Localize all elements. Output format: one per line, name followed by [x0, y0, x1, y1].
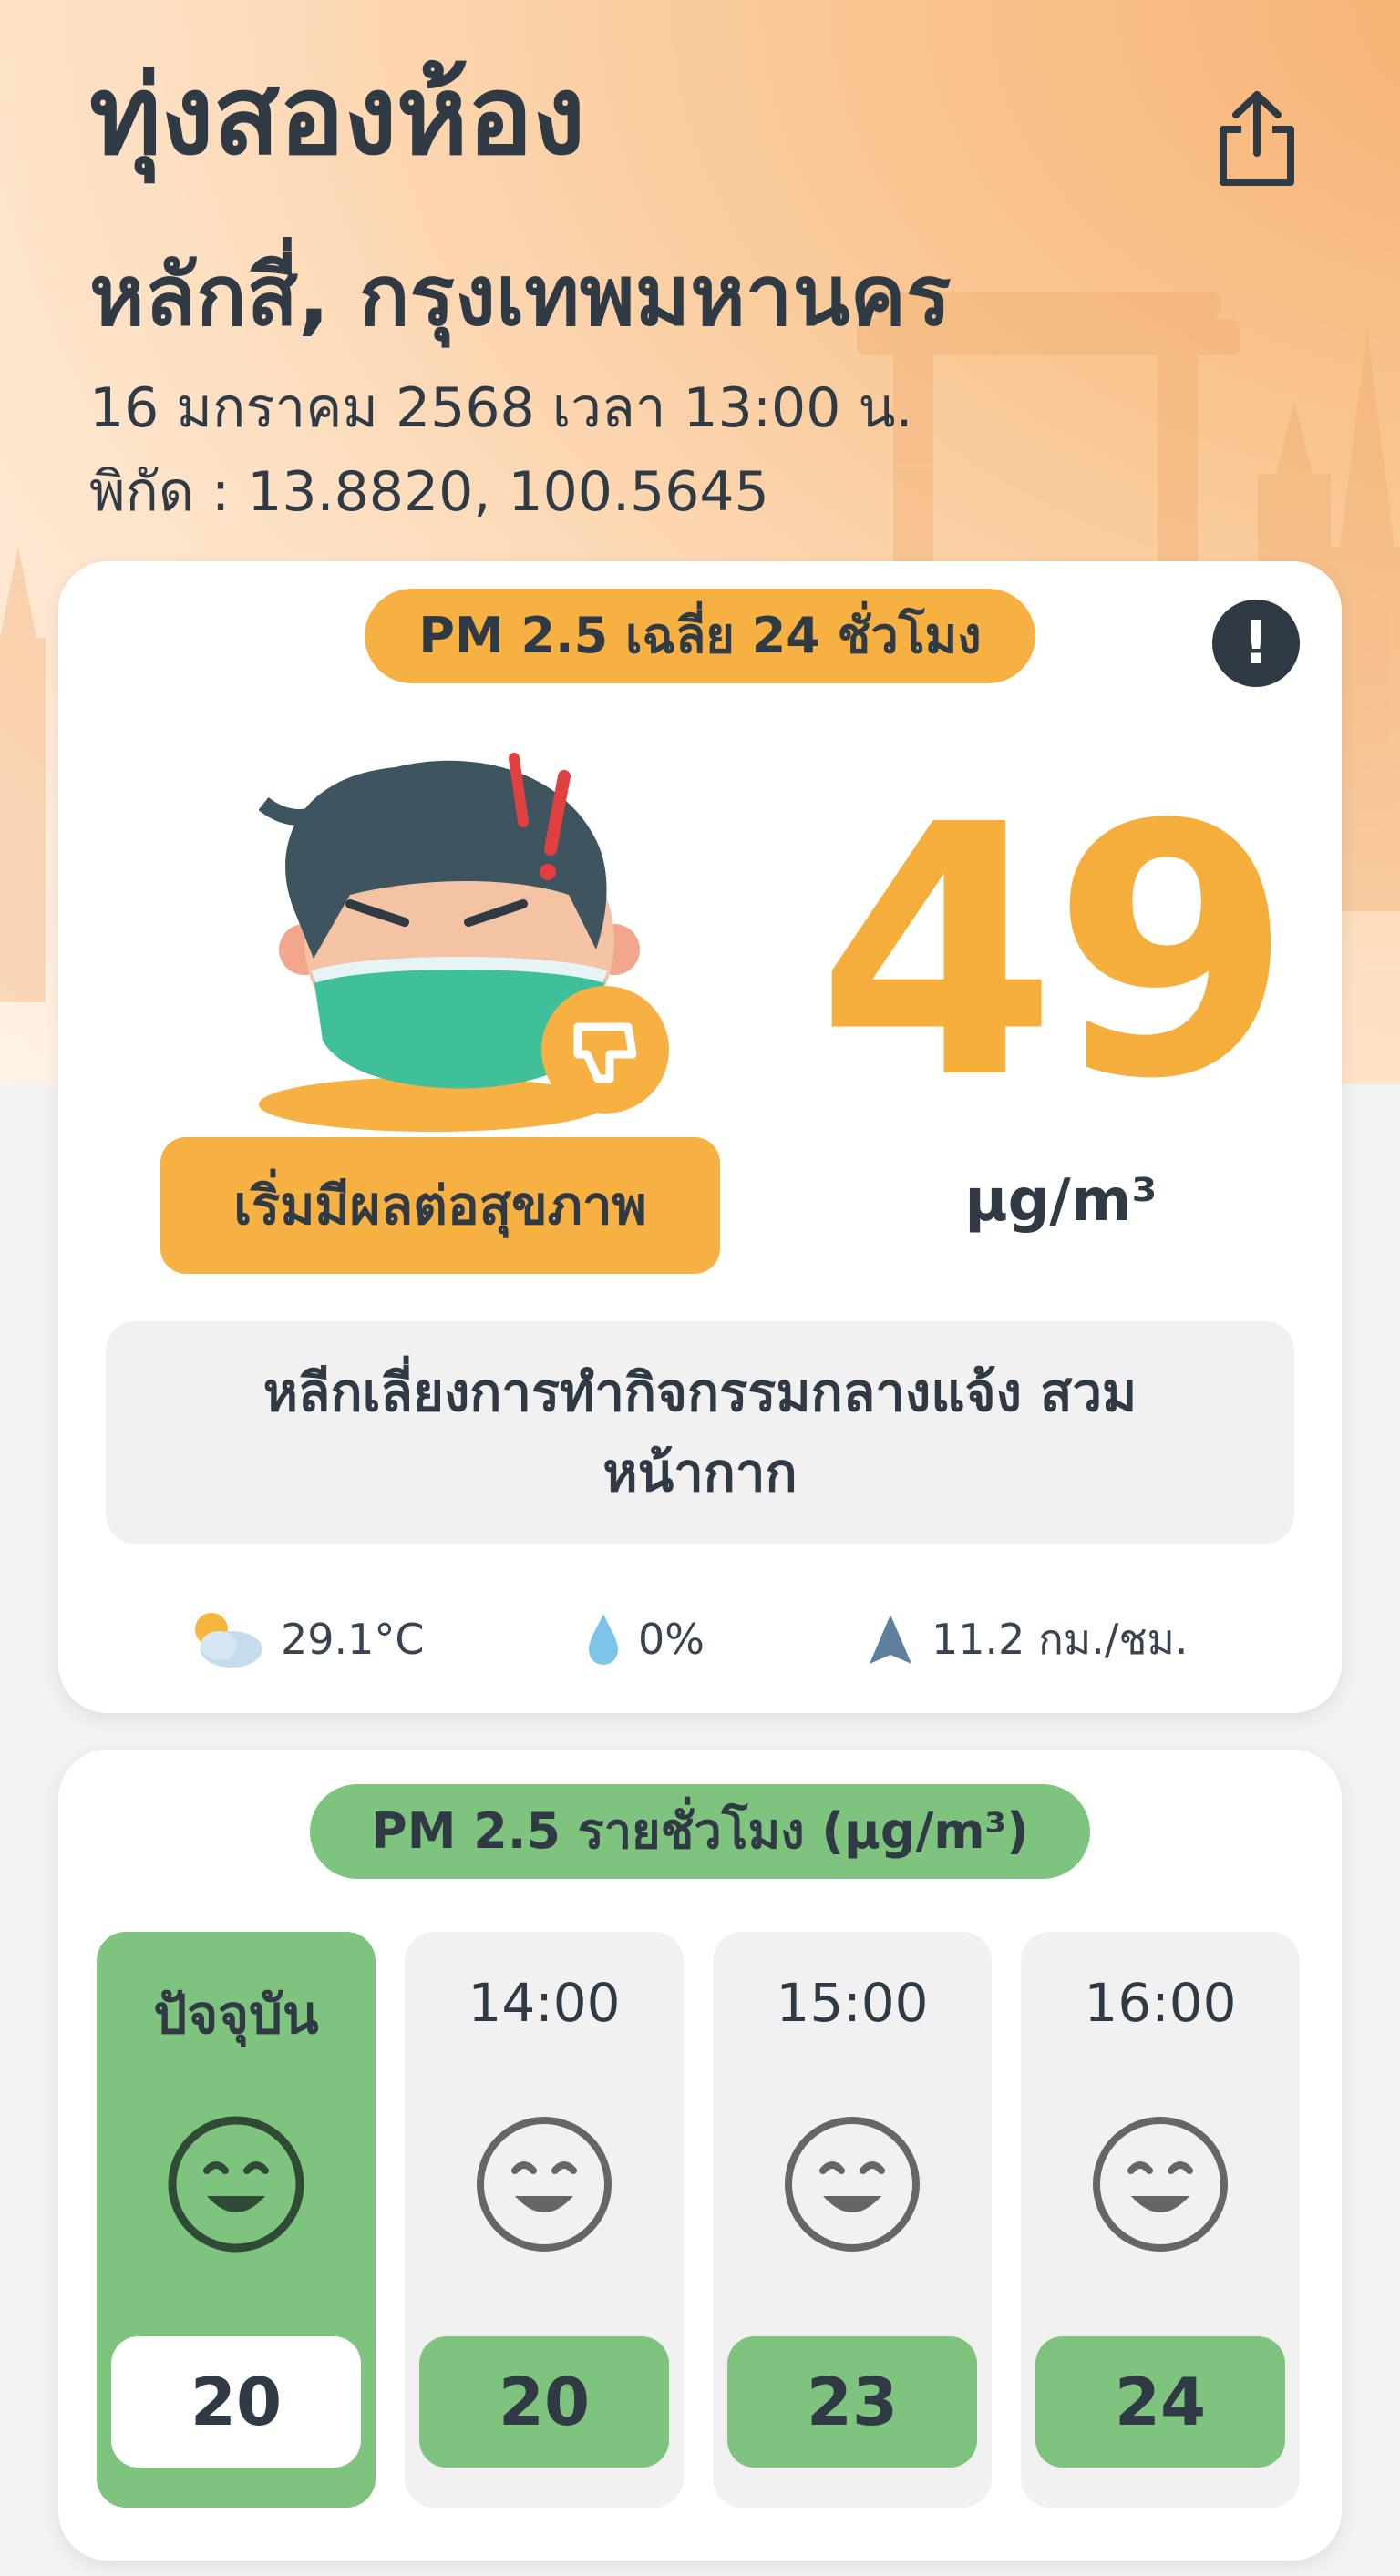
- hourly-item-1500[interactable]: 15:00 23: [713, 1932, 992, 2508]
- weather-rain: 0%: [585, 1607, 705, 1671]
- aqi-card: PM 2.5 เฉลี่ย 24 ชั่วโมง ! 49 เริ่มมีผลต…: [58, 561, 1342, 1713]
- wind-direction-icon: [870, 1615, 911, 1664]
- wind-text: 11.2 กม./ชม.: [932, 1614, 1189, 1664]
- smiley-face-icon: [477, 2117, 612, 2252]
- location-subtitle: หลักสี่, กรุงเทพมหานคร: [89, 247, 952, 344]
- hourly-item-1400[interactable]: 14:00 20: [405, 1932, 684, 2508]
- partly-cloudy-icon: [195, 1613, 262, 1668]
- hourly-item-current[interactable]: ปัจจุบัน 20: [97, 1932, 376, 2508]
- smiley-face-icon: [168, 2116, 304, 2253]
- hourly-value: 20: [111, 2336, 361, 2468]
- hourly-time: 16:00: [1084, 1972, 1237, 2034]
- rain-text: 0%: [638, 1615, 705, 1664]
- hourly-label: PM 2.5 รายชั่วโมง (µg/m³): [310, 1784, 1090, 1879]
- location-title: ทุ่งสองห้อง: [89, 53, 585, 180]
- hourly-value: 20: [419, 2336, 669, 2468]
- aqi-unit: µg/m³: [964, 1167, 1158, 1235]
- weather-temperature: 29.1°C: [186, 1607, 425, 1671]
- hourly-value: 24: [1035, 2336, 1285, 2468]
- alert-info-button[interactable]: !: [1212, 600, 1300, 687]
- share-icon: [1220, 91, 1294, 186]
- water-drop-icon: [589, 1614, 618, 1665]
- coordinates: พิกัด : 13.8820, 100.5645: [89, 460, 769, 524]
- hourly-card: PM 2.5 รายชั่วโมง (µg/m³) ปัจจุบัน 20 14…: [58, 1750, 1342, 2561]
- smiley-face-icon: [785, 2117, 920, 2252]
- weather-wind: 11.2 กม./ชม.: [866, 1607, 1189, 1671]
- date-time: 16 มกราคม 2568 เวลา 13:00 น.: [89, 376, 913, 440]
- temperature-text: 29.1°C: [281, 1615, 425, 1664]
- hourly-time: 15:00: [776, 1972, 929, 2034]
- health-status-button[interactable]: เริ่มมีผลต่อสุขภาพ: [160, 1137, 720, 1274]
- hourly-item-1600[interactable]: 16:00 24: [1021, 1932, 1300, 2508]
- aqi-period-label: PM 2.5 เฉลี่ย 24 ชั่วโมง: [365, 589, 1035, 683]
- health-advice-text: หลีกเลี่ยงการทำกิจกรรมกลางแจ้ง สวมหน้ากา…: [262, 1361, 1138, 1504]
- hourly-time: ปัจจุบัน: [153, 1984, 319, 2046]
- health-advice: หลีกเลี่ยงการทำกิจกรรมกลางแจ้ง สวมหน้ากา…: [106, 1321, 1294, 1544]
- aqi-value: 49: [816, 751, 1293, 1155]
- masked-person-icon: [259, 753, 669, 1132]
- share-button[interactable]: [1216, 87, 1298, 190]
- hourly-value: 23: [727, 2336, 977, 2468]
- smiley-face-icon: [1093, 2117, 1228, 2252]
- hourly-time: 14:00: [468, 1972, 621, 2034]
